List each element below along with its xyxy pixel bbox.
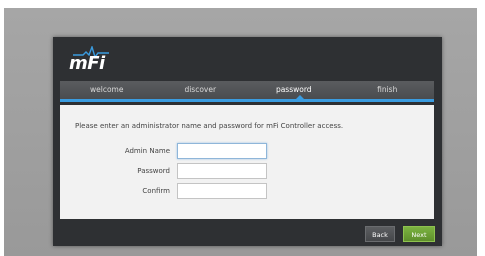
admin-name-label: Admin Name bbox=[124, 147, 170, 155]
mfi-logo: mFi bbox=[69, 46, 109, 76]
instruction-text: Please enter an administrator name and p… bbox=[75, 122, 344, 130]
confirm-password-input[interactable] bbox=[177, 183, 267, 199]
admin-name-input[interactable] bbox=[177, 143, 267, 159]
tab-discover[interactable]: discover bbox=[154, 81, 248, 99]
tab-password[interactable]: password bbox=[247, 81, 341, 99]
wizard-steps: welcome discover password finish bbox=[60, 81, 434, 99]
setup-wizard-dialog: mFi welcome discover password finish Ple… bbox=[53, 37, 442, 246]
active-step-indicator bbox=[60, 95, 434, 102]
password-label: Password bbox=[137, 167, 170, 175]
tab-finish[interactable]: finish bbox=[341, 81, 435, 99]
confirm-label: Confirm bbox=[142, 187, 170, 195]
next-button[interactable]: Next bbox=[403, 226, 435, 242]
back-button[interactable]: Back bbox=[365, 226, 395, 242]
logo-text: mFi bbox=[69, 53, 105, 74]
active-step-pointer bbox=[296, 95, 304, 99]
password-input[interactable] bbox=[177, 163, 267, 179]
password-form: Please enter an administrator name and p… bbox=[60, 105, 434, 219]
tab-welcome[interactable]: welcome bbox=[60, 81, 154, 99]
